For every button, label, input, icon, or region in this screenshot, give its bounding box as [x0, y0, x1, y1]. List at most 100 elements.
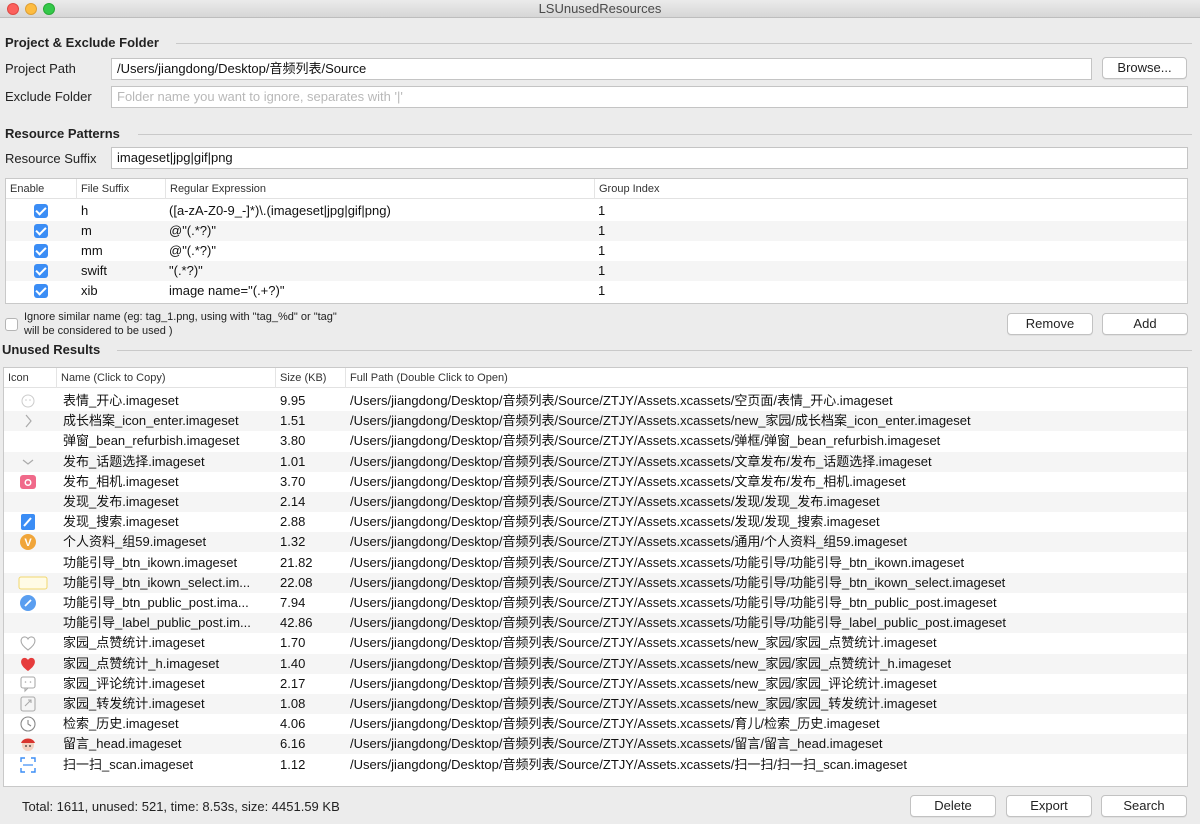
regex-cell[interactable]: @"(.*?)" [169, 221, 589, 241]
result-row[interactable]: 扫一扫_scan.imageset 1.12/Users/jiangdong/De… [4, 755, 1187, 775]
resource-suffix-field[interactable]: imageset|jpg|gif|png [111, 147, 1188, 169]
result-name-cell[interactable]: 功能引导_btn_ikown_select.im... [63, 573, 273, 593]
result-path-cell[interactable]: /Users/jiangdong/Desktop/音频列表/Source/ZTJ… [350, 573, 1185, 593]
result-path-cell[interactable]: /Users/jiangdong/Desktop/音频列表/Source/ZTJ… [350, 472, 1185, 492]
result-name-cell[interactable]: 表情_开心.imageset [63, 391, 273, 411]
enable-checkbox[interactable] [34, 224, 48, 238]
pattern-row[interactable]: swift "(.*?)" 1 [6, 261, 1187, 281]
result-path-cell[interactable]: /Users/jiangdong/Desktop/音频列表/Source/ZTJ… [350, 411, 1185, 431]
result-row[interactable]: 表情_开心.imageset 9.95/Users/jiangdong/Deskt… [4, 391, 1187, 411]
result-path-cell[interactable]: /Users/jiangdong/Desktop/音频列表/Source/ZTJ… [350, 532, 1185, 552]
pattern-row[interactable]: m @"(.*?)" 1 [6, 221, 1187, 241]
file-suffix-cell[interactable]: xib [81, 281, 161, 301]
result-name-cell[interactable]: 发现_搜索.imageset [63, 512, 273, 532]
enable-checkbox[interactable] [34, 204, 48, 218]
result-row[interactable]: 家园_评论统计.imageset 2.17/Users/jiangdong/Des… [4, 674, 1187, 694]
result-path-cell[interactable]: /Users/jiangdong/Desktop/音频列表/Source/ZTJ… [350, 694, 1185, 714]
pattern-row[interactable]: mm @"(.*?)" 1 [6, 241, 1187, 261]
remove-button[interactable]: Remove [1007, 313, 1093, 335]
result-row[interactable]: 检索_历史.imageset 4.06/Users/jiangdong/Deskt… [4, 714, 1187, 734]
enable-checkbox[interactable] [34, 284, 48, 298]
regex-cell[interactable]: @"(.*?)" [169, 241, 589, 261]
browse-button[interactable]: Browse... [1102, 57, 1187, 79]
result-name-cell[interactable]: 功能引导_btn_public_post.ima... [63, 593, 273, 613]
pattern-row[interactable]: xib image name="(.+?)" 1 [6, 281, 1187, 301]
pattern-row[interactable]: h ([a-zA-Z0-9_-]*)\.(imageset|jpg|gif|png… [6, 201, 1187, 221]
result-row[interactable]: 弹窗_bean_refurbish.imageset 3.80/Users/jia… [4, 431, 1187, 451]
file-suffix-cell[interactable]: m [81, 221, 161, 241]
enable-checkbox[interactable] [34, 264, 48, 278]
result-row[interactable]: 发现_发布.imageset 2.14/Users/jiangdong/Deskt… [4, 492, 1187, 512]
result-path-cell[interactable]: /Users/jiangdong/Desktop/音频列表/Source/ZTJ… [350, 734, 1185, 754]
regex-cell[interactable]: "(.*?)" [169, 261, 589, 281]
result-path-cell[interactable]: /Users/jiangdong/Desktop/音频列表/Source/ZTJ… [350, 431, 1185, 451]
result-path-cell[interactable]: /Users/jiangdong/Desktop/音频列表/Source/ZTJ… [350, 714, 1185, 734]
result-row[interactable]: 发布_话题选择.imageset 1.01/Users/jiangdong/Des… [4, 451, 1187, 472]
result-path-cell[interactable]: /Users/jiangdong/Desktop/音频列表/Source/ZTJ… [350, 674, 1185, 694]
column-header-group-index[interactable]: Group Index [595, 179, 1187, 199]
regex-cell[interactable]: image name="(.+?)" [169, 281, 589, 301]
column-header-regex[interactable]: Regular Expression [166, 179, 595, 199]
result-name-cell[interactable]: 家园_点赞统计.imageset [63, 633, 273, 653]
result-row[interactable]: 家园_点赞统计.imageset 1.70/Users/jiangdong/Des… [4, 633, 1187, 653]
result-name-cell[interactable]: 发现_发布.imageset [63, 492, 273, 512]
result-name-cell[interactable]: 发布_话题选择.imageset [63, 452, 273, 472]
result-row[interactable]: 家园_点赞统计_h.imageset 1.40/Users/jiangdong/D… [4, 653, 1187, 674]
result-row[interactable]: 成长档案_icon_enter.imageset 1.51/Users/jiang… [4, 411, 1187, 432]
enable-checkbox[interactable] [34, 244, 48, 258]
close-window-button[interactable] [7, 3, 19, 15]
column-header-size[interactable]: Size (KB) [276, 368, 346, 388]
delete-button[interactable]: Delete [910, 795, 996, 817]
result-path-cell[interactable]: /Users/jiangdong/Desktop/音频列表/Source/ZTJ… [350, 512, 1185, 532]
column-header-file-suffix[interactable]: File Suffix [77, 179, 166, 199]
ignore-similar-checkbox[interactable] [5, 318, 18, 331]
search-button[interactable]: Search [1101, 795, 1187, 817]
export-button[interactable]: Export [1006, 795, 1092, 817]
result-path-cell[interactable]: /Users/jiangdong/Desktop/音频列表/Source/ZTJ… [350, 452, 1185, 472]
result-row[interactable]: 功能引导_btn_public_post.ima... 7.94/Users/ji… [4, 593, 1187, 613]
group-index-cell[interactable]: 1 [598, 221, 678, 241]
column-header-icon[interactable]: Icon [4, 368, 57, 388]
regex-cell[interactable]: ([a-zA-Z0-9_-]*)\.(imageset|jpg|gif|png) [169, 201, 589, 221]
project-path-field[interactable]: /Users/jiangdong/Desktop/音频列表/Source [111, 58, 1092, 80]
result-path-cell[interactable]: /Users/jiangdong/Desktop/音频列表/Source/ZTJ… [350, 633, 1185, 653]
result-path-cell[interactable]: /Users/jiangdong/Desktop/音频列表/Source/ZTJ… [350, 553, 1185, 573]
group-index-cell[interactable]: 1 [598, 241, 678, 261]
result-name-cell[interactable]: 家园_点赞统计_h.imageset [63, 654, 273, 674]
result-path-cell[interactable]: /Users/jiangdong/Desktop/音频列表/Source/ZTJ… [350, 391, 1185, 411]
result-row[interactable]: 发现_搜索.imageset 2.88/Users/jiangdong/Deskt… [4, 512, 1187, 532]
result-name-cell[interactable]: 家园_评论统计.imageset [63, 674, 273, 694]
result-name-cell[interactable]: 功能引导_label_public_post.im... [63, 613, 273, 633]
file-suffix-cell[interactable]: h [81, 201, 161, 221]
result-row[interactable]: 功能引导_label_public_post.im... 42.86/Users/… [4, 613, 1187, 634]
result-name-cell[interactable]: 功能引导_btn_ikown.imageset [63, 553, 273, 573]
result-row[interactable]: 留言_head.imageset 6.16/Users/jiangdong/Des… [4, 734, 1187, 755]
group-index-cell[interactable]: 1 [598, 261, 678, 281]
exclude-folder-field[interactable]: Folder name you want to ignore, separate… [111, 86, 1188, 108]
result-name-cell[interactable]: 个人资料_组59.imageset [63, 532, 273, 552]
minimize-window-button[interactable] [25, 3, 37, 15]
result-name-cell[interactable]: 成长档案_icon_enter.imageset [63, 411, 273, 431]
result-path-cell[interactable]: /Users/jiangdong/Desktop/音频列表/Source/ZTJ… [350, 613, 1185, 633]
results-table[interactable]: Icon Name (Click to Copy) Size (KB) Full… [3, 367, 1188, 787]
result-name-cell[interactable]: 发布_相机.imageset [63, 472, 273, 492]
result-row[interactable]: 功能引导_btn_ikown_select.im... 22.08/Users/j… [4, 572, 1187, 593]
group-index-cell[interactable]: 1 [598, 281, 678, 301]
result-path-cell[interactable]: /Users/jiangdong/Desktop/音频列表/Source/ZTJ… [350, 755, 1185, 775]
zoom-window-button[interactable] [43, 3, 55, 15]
file-suffix-cell[interactable]: mm [81, 241, 161, 261]
result-name-cell[interactable]: 家园_转发统计.imageset [63, 694, 273, 714]
result-row[interactable]: 发布_相机.imageset 3.70/Users/jiangdong/Deskt… [4, 472, 1187, 492]
result-name-cell[interactable]: 留言_head.imageset [63, 734, 273, 754]
result-name-cell[interactable]: 检索_历史.imageset [63, 714, 273, 734]
result-row[interactable]: 家园_转发统计.imageset 1.08/Users/jiangdong/Des… [4, 694, 1187, 714]
result-path-cell[interactable]: /Users/jiangdong/Desktop/音频列表/Source/ZTJ… [350, 593, 1185, 613]
group-index-cell[interactable]: 1 [598, 201, 678, 221]
add-button[interactable]: Add [1102, 313, 1188, 335]
result-row[interactable]: 功能引导_btn_ikown.imageset 21.82/Users/jiang… [4, 553, 1187, 573]
result-name-cell[interactable]: 扫一扫_scan.imageset [63, 755, 273, 775]
result-path-cell[interactable]: /Users/jiangdong/Desktop/音频列表/Source/ZTJ… [350, 492, 1185, 512]
file-suffix-cell[interactable]: swift [81, 261, 161, 281]
result-name-cell[interactable]: 弹窗_bean_refurbish.imageset [63, 431, 273, 451]
column-header-full-path[interactable]: Full Path (Double Click to Open) [346, 368, 1187, 388]
